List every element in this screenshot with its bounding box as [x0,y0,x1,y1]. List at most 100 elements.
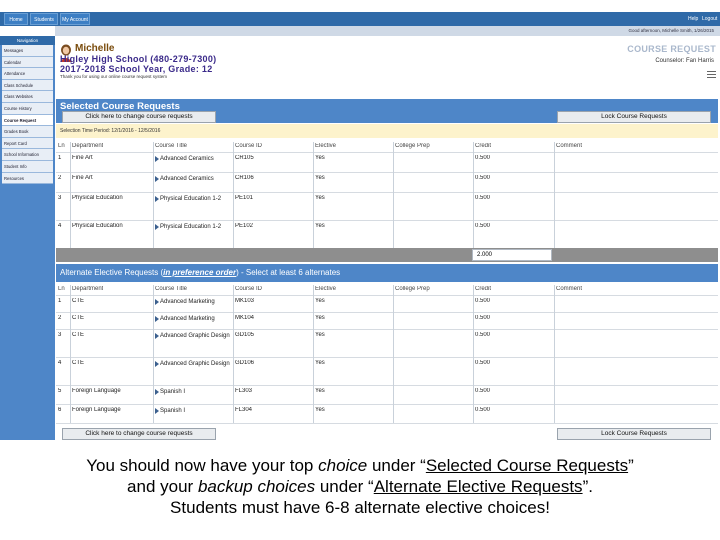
table-row[interactable]: 2 CTE Advanced Marketing MK104 Yes 0.500 [56,312,718,329]
change-requests-button[interactable]: Click here to change course requests [62,111,216,123]
column-divider [233,285,234,423]
column-header-elective: Elective [315,286,337,292]
expand-arrow-icon[interactable] [155,156,159,162]
table-row[interactable]: 6 Foreign Language Spanish I FL304 Yes 0.500 [56,404,718,423]
cell-elective: Yes [315,315,325,321]
sidebar-item-school-information[interactable]: School Information [2,149,53,161]
student-header: Michelle Higley High School (480-279-730… [55,36,720,96]
cell-credit: 0.500 [475,332,491,338]
cell-line-number: 1 [58,155,62,161]
school-year: 2017-2018 School Year, Grade: 12 [60,64,213,74]
expand-arrow-icon[interactable] [155,316,159,322]
cell-course-title[interactable]: Spanish I [155,407,231,416]
course-title-text: Advanced Marketing [160,299,215,305]
cell-department: Physical Education [72,195,123,201]
expand-arrow-icon[interactable] [155,361,159,367]
column-header-elective: Elective [315,143,337,149]
table-row[interactable]: 3 Physical Education Physical Education 1-… [56,192,718,220]
table-row[interactable]: 4 Physical Education Physical Education 1-… [56,220,718,248]
cell-department: Physical Education [72,223,123,229]
cell-course-id: GD106 [235,360,255,366]
cell-course-title[interactable]: Advanced Graphic Design [155,332,231,341]
cell-course-id: CR105 [235,155,254,161]
expand-arrow-icon[interactable] [155,224,159,230]
sidebar-item-calendar[interactable]: Calendar [2,56,53,69]
cell-elective: Yes [315,388,325,394]
lock-requests-button[interactable]: Lock Course Requests [557,111,711,123]
caption-line-3: Students must have 6-8 alternate electiv… [170,498,550,517]
cell-course-title[interactable]: Physical Education 1-2 [155,195,231,204]
sidebar-item-class-websites[interactable]: Class Websites [2,91,53,103]
column-header-course-title: Course Title [155,286,188,292]
cell-line-number: 3 [58,195,62,201]
column-divider [70,142,71,248]
cell-course-title[interactable]: Advanced Ceramics [155,175,231,184]
sidebar-item-resources[interactable]: Resources [2,172,53,185]
sidebar-item-messages[interactable]: Messages [2,45,53,57]
cell-credit: 0.500 [475,315,491,321]
course-title-text: Physical Education 1-2 [160,224,222,230]
cell-department: CTE [72,332,84,338]
course-title-text: Spanish I [160,408,186,414]
cell-elective: Yes [315,298,325,304]
column-header-line-number: Ln [58,286,65,292]
expand-arrow-icon[interactable] [155,408,159,414]
cell-course-title[interactable]: Spanish I [155,388,231,397]
cell-course-title[interactable]: Advanced Marketing [155,315,231,324]
table-row[interactable]: 3 CTE Advanced Graphic Design GD105 Yes 0.500 [56,329,718,357]
column-header-line-number: Ln [58,143,65,149]
cell-department: CTE [72,315,84,321]
tab-my-account[interactable]: My Account [60,13,90,25]
selected-total-bar [56,248,718,262]
expand-arrow-icon[interactable] [155,333,159,339]
sidebar-item-class-schedule[interactable]: Class Schedule [2,79,53,92]
help-link[interactable]: Help [688,14,698,24]
cell-line-number: 3 [58,332,62,338]
tab-home[interactable]: Home [4,13,28,25]
school-name: Higley High School (480-279-7300) [60,54,217,64]
table-row[interactable]: 5 Foreign Language Spanish I FL303 Yes 0.500 [56,385,718,404]
sidebar-item-student-info[interactable]: Student Info [2,160,53,173]
sidebar-item-attendance[interactable]: Attendance [2,68,53,80]
cell-course-id: GD105 [235,332,255,338]
column-divider [233,142,234,248]
cell-course-title[interactable]: Advanced Graphic Design [155,360,231,369]
expand-arrow-icon[interactable] [155,299,159,305]
tab-students[interactable]: Students [30,13,58,25]
table-row[interactable]: 4 CTE Advanced Graphic Design GD106 Yes 0.500 [56,357,718,385]
expand-arrow-icon[interactable] [155,176,159,182]
alternate-requests-header: Alternate Elective Requests (in preferen… [56,264,718,282]
cell-credit: 0.500 [475,407,491,413]
sidebar-item-course-request[interactable]: Course Request [2,114,53,127]
cell-elective: Yes [315,155,325,161]
page-title: COURSE REQUEST [627,44,716,54]
expand-arrow-icon[interactable] [155,389,159,395]
sidebar-header: Navigation [0,36,55,45]
cell-department: Foreign Language [72,407,121,413]
column-header-credit: Credit [475,143,492,149]
cell-course-title[interactable]: Physical Education 1-2 [155,223,231,232]
list-icon[interactable] [707,71,716,78]
course-title-text: Spanish I [160,389,186,395]
logout-link[interactable]: Logout [702,14,717,24]
sidebar-item-grades-book[interactable]: Grades Book [2,126,53,138]
sidebar-item-course-history[interactable]: Course History [2,102,53,115]
cell-credit: 0.500 [475,298,491,304]
cell-course-title[interactable]: Advanced Marketing [155,298,231,307]
table-row[interactable]: 1 Fine Art Advanced Ceramics CR105 Yes 0.500 [56,152,718,172]
cell-department: Fine Art [72,175,93,181]
cell-credit: 0.500 [475,155,491,161]
screenshot: Home Students My Account Help Logout Goo… [0,12,720,440]
cell-line-number: 4 [58,360,62,366]
sidebar-item-report-card[interactable]: Report Card [2,137,53,150]
expand-arrow-icon[interactable] [155,196,159,202]
lock-requests-button-bottom[interactable]: Lock Course Requests [557,428,711,440]
cell-elective: Yes [315,175,325,181]
cell-course-title[interactable]: Advanced Ceramics [155,155,231,164]
column-divider [554,285,555,423]
change-requests-button-bottom[interactable]: Click here to change course requests [62,428,216,440]
column-divider [153,142,154,248]
table-row[interactable]: 2 Fine Art Advanced Ceramics CR106 Yes 0.500 [56,172,718,192]
table-row[interactable]: 1 CTE Advanced Marketing MK103 Yes 0.500 [56,295,718,312]
cell-elective: Yes [315,223,325,229]
